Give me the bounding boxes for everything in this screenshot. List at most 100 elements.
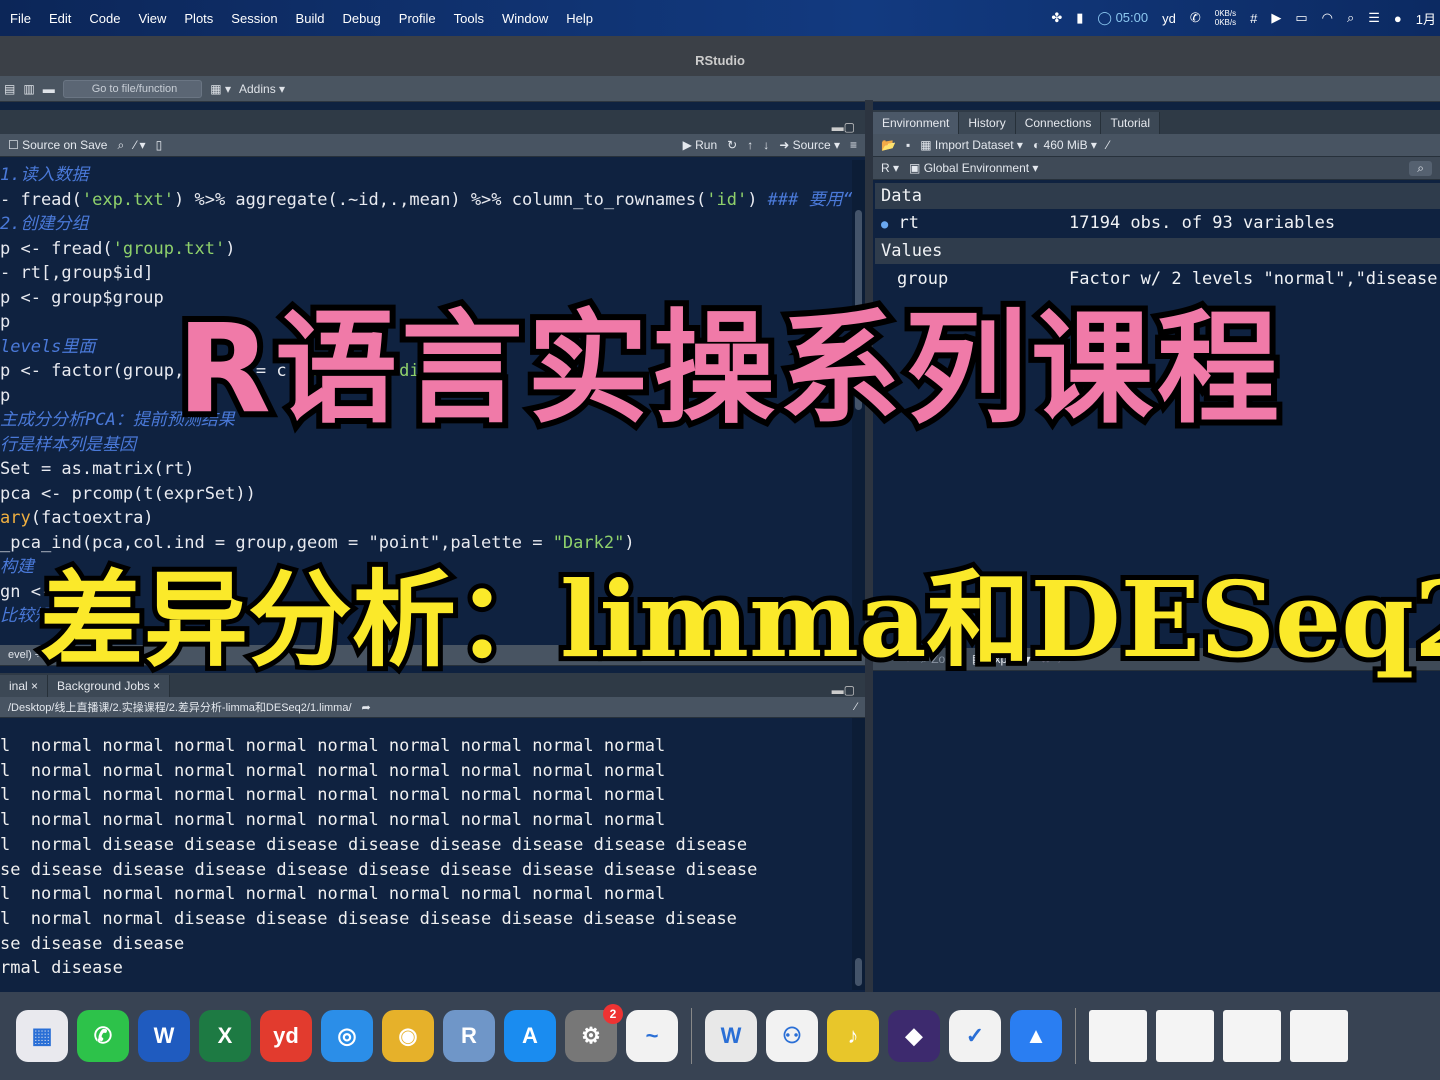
editor-toolbar: ☐ Source on Save ⌕ ⁄ ▾ ▯ ▶ Run ↻ ↑ ↓ ➜ S… [0,134,865,157]
dock-app-store[interactable]: A [504,1010,556,1062]
code-line[interactable]: Set = as.matrix(rt) [0,457,852,482]
wifi-icon[interactable]: ◠ [1322,10,1333,26]
memory-usage-button[interactable]: ◐ 460 MiB ▾ [1033,138,1097,152]
outline-icon[interactable]: ≡ [850,138,857,152]
siri-icon[interactable]: ● [1394,11,1402,26]
tab-environment[interactable]: Environment [873,112,960,134]
code-line[interactable]: - fread('exp.txt') %>% aggregate(.~id,.,… [0,188,852,213]
env-row-rt[interactable]: ● rt 17194 obs. of 93 variables [875,210,1440,236]
console-path-bar: /Desktop/线上直播课/2.实操课程/2.差异分析-limma和DESeq… [0,697,865,718]
working-directory: /Desktop/线上直播课/2.实操课程/2.差异分析-limma和DESeq… [8,702,352,714]
dock-recent-window[interactable] [1290,1010,1348,1062]
dock-ticktick[interactable]: ✓ [949,1010,1001,1062]
menu-code[interactable]: Code [89,11,120,26]
tab-tutorial[interactable]: Tutorial [1101,112,1161,134]
hash-icon[interactable]: # [1250,11,1257,26]
menu-window[interactable]: Window [502,11,548,26]
up-arrow-icon[interactable]: ↑ [747,138,753,152]
addins-button[interactable]: Addins ▾ [239,82,285,96]
dock-safari[interactable]: ◎ [321,1010,373,1062]
new-file-icon[interactable]: ▤ [4,82,15,96]
search-icon[interactable]: ⌕ [1347,10,1354,26]
rerun-icon[interactable]: ↻ [727,138,737,152]
dock-youdao[interactable]: yd [260,1010,312,1062]
notebook-icon[interactable]: ▯ [156,138,163,152]
dock-rstudio[interactable]: R [443,1010,495,1062]
menu-build[interactable]: Build [296,11,325,26]
dock-music[interactable]: ♪ [827,1010,879,1062]
dock-lark[interactable]: ▲ [1010,1010,1062,1062]
dock-baidu-netdisk[interactable]: ⚇ [766,1010,818,1062]
import-dataset-button[interactable]: ▦ Import Dataset ▾ [920,138,1023,152]
goto-directory-icon[interactable]: ➦ [362,701,371,714]
console-line: l normal normal normal normal normal nor… [0,785,666,806]
wand-icon[interactable]: ⁄ ▾ [134,138,145,152]
youdao-icon[interactable]: yd [1162,11,1176,26]
menu-help[interactable]: Help [566,11,593,26]
dock-chrome[interactable]: ◉ [382,1010,434,1062]
dock-launchpad[interactable]: ▦ [16,1010,68,1062]
broom-icon[interactable]: ⁄ [1107,138,1109,152]
goto-file-input[interactable]: Go to file/function [62,79,203,98]
code-line[interactable]: 2.创建分组 [0,212,852,237]
console-scrollbar[interactable] [852,718,865,990]
expand-icon[interactable]: ● [881,217,888,231]
dock-system-settings[interactable]: ⚙ 2 [565,1004,623,1062]
battery-icon[interactable]: ▭ [1295,10,1307,26]
dock-wps[interactable]: W [705,1010,757,1062]
dock-recent-window[interactable] [1156,1010,1214,1062]
tab-history[interactable]: History [959,112,1016,134]
menu-session[interactable]: Session [231,11,277,26]
network-speed: 0KB/s 0KB/s [1214,9,1237,27]
pane-minmax-icon[interactable]: ▬▢ [832,120,855,134]
dock-recent-window[interactable] [1089,1010,1147,1062]
code-line[interactable]: ary(factoextra) [0,506,852,531]
console-line: l normal normal normal normal normal nor… [0,884,666,905]
console-line: se disease disease [0,933,185,954]
scope-select[interactable]: ▣ Global Environment ▾ [909,161,1038,175]
save-all-icon[interactable]: ▥ [23,82,34,96]
clear-console-icon[interactable]: ⁄ [855,701,857,713]
dock-obsidian[interactable]: ◆ [888,1010,940,1062]
menu-plots[interactable]: Plots [184,11,213,26]
tab-connections[interactable]: Connections [1015,112,1102,134]
save-workspace-icon[interactable]: ▪ [906,138,910,152]
menu-profile[interactable]: Profile [399,11,436,26]
bookmark-icon[interactable]: ▮ [1076,10,1083,26]
source-on-save-checkbox[interactable]: ☐ Source on Save [8,138,107,152]
editor-tabs: ▬▢ [0,110,865,134]
dock-recent-window[interactable] [1223,1010,1281,1062]
run-button[interactable]: ▶ Run [683,138,718,152]
control-center-icon[interactable]: ☰ [1368,10,1380,26]
clock-date[interactable]: 1月 [1416,9,1436,28]
code-line[interactable]: 1.读入数据 [0,163,852,188]
console-output[interactable]: l normal normal normal normal normal nor… [0,718,852,990]
overlay-title: R语言实操系列课程 [171,292,1285,446]
menu-tools[interactable]: Tools [454,11,484,26]
code-line[interactable]: pca <- prcomp(t(exprSet)) [0,482,852,507]
menu-view[interactable]: View [138,11,166,26]
language-select[interactable]: R ▾ [881,161,899,175]
down-arrow-icon[interactable]: ↓ [763,138,769,152]
wechat-icon[interactable]: ✆ [1190,10,1201,26]
env-search-icon[interactable]: ⌕ [1409,160,1432,176]
dock-word[interactable]: W [138,1010,190,1062]
menu-debug[interactable]: Debug [342,11,380,26]
menu-file[interactable]: File [10,11,31,26]
play-icon[interactable]: ▶ [1271,10,1281,26]
source-button[interactable]: ➜ Source ▾ [779,138,840,152]
console-line: l normal normal disease disease disease … [0,908,737,929]
app-status-icon[interactable]: ✤ [1051,10,1062,26]
menu-edit[interactable]: Edit [49,11,71,26]
load-workspace-icon[interactable]: 📂 [881,138,896,152]
timer[interactable]: ◯ 05:00 [1097,10,1148,26]
scope-indicator[interactable]: evel) ÷ [8,649,41,661]
dock-freeform[interactable]: ~ [626,1010,678,1062]
code-line[interactable]: p <- fread('group.txt') [0,237,852,262]
search-icon[interactable]: ⌕ [117,138,124,153]
dock-excel[interactable]: X [199,1010,251,1062]
console-line: l normal normal normal normal normal nor… [0,810,666,831]
print-icon[interactable]: ▬ [43,82,55,96]
dock-wechat[interactable]: ✆ [77,1010,129,1062]
grid-icon[interactable]: ▦ ▾ [210,82,231,96]
